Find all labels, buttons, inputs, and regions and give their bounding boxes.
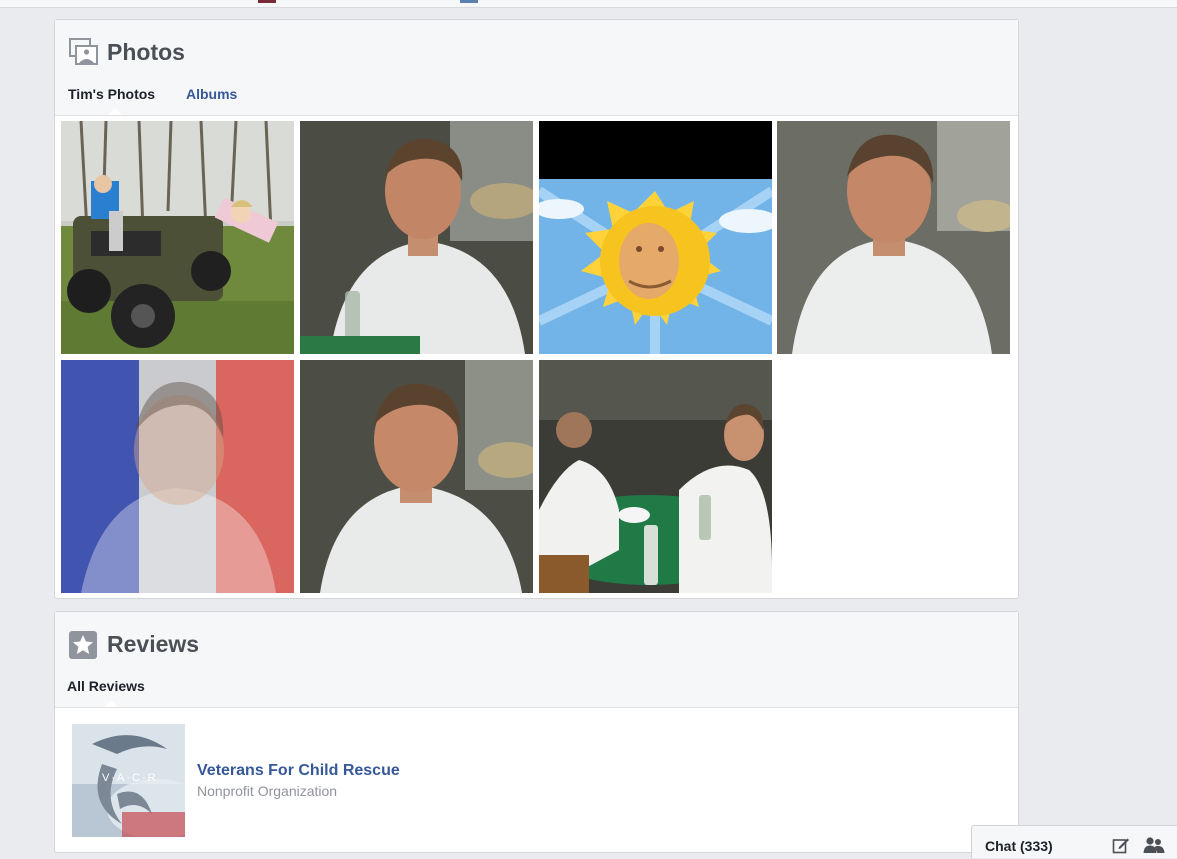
top-strip [0, 0, 1177, 8]
organization-logo-text: V·A·C·R [102, 772, 158, 784]
reviews-header: Reviews All Reviews [55, 612, 1018, 708]
photo-thumbnail[interactable] [61, 121, 294, 354]
active-tab-indicator [103, 699, 119, 707]
nav-icon-fragment [258, 0, 276, 3]
star-icon [69, 631, 97, 664]
chat-label: Chat (333) [985, 838, 1053, 854]
photo-thumbnail[interactable] [539, 121, 772, 354]
photos-icon [69, 38, 99, 71]
reviews-card: Reviews All Reviews V·A·C·R Veterans For… [54, 611, 1019, 853]
tab-tims-photos[interactable]: Tim's Photos [68, 86, 155, 102]
photos-header: Photos Tim's Photos Albums [55, 20, 1018, 116]
photos-title: Photos [107, 39, 185, 65]
organization-logo[interactable]: V·A·C·R [72, 724, 185, 837]
photo-thumbnail[interactable] [300, 360, 533, 593]
active-tab-indicator [107, 107, 123, 115]
chat-bar[interactable]: Chat (333) [971, 825, 1177, 858]
review-organization-category: Nonprofit Organization [197, 783, 338, 799]
photo-thumbnail[interactable] [777, 121, 1010, 354]
photo-thumbnail[interactable] [300, 121, 533, 354]
nav-icon-fragment [460, 0, 478, 3]
friends-icon[interactable] [1143, 836, 1165, 859]
photos-card: Photos Tim's Photos Albums [54, 19, 1019, 599]
compose-icon[interactable] [1112, 836, 1130, 859]
review-organization-name[interactable]: Veterans For Child Rescue [197, 762, 400, 780]
tab-albums[interactable]: Albums [186, 86, 237, 102]
reviews-title: Reviews [107, 631, 200, 657]
photo-thumbnail[interactable] [61, 360, 294, 593]
photo-thumbnail[interactable] [539, 360, 772, 593]
tab-all-reviews[interactable]: All Reviews [67, 678, 145, 694]
